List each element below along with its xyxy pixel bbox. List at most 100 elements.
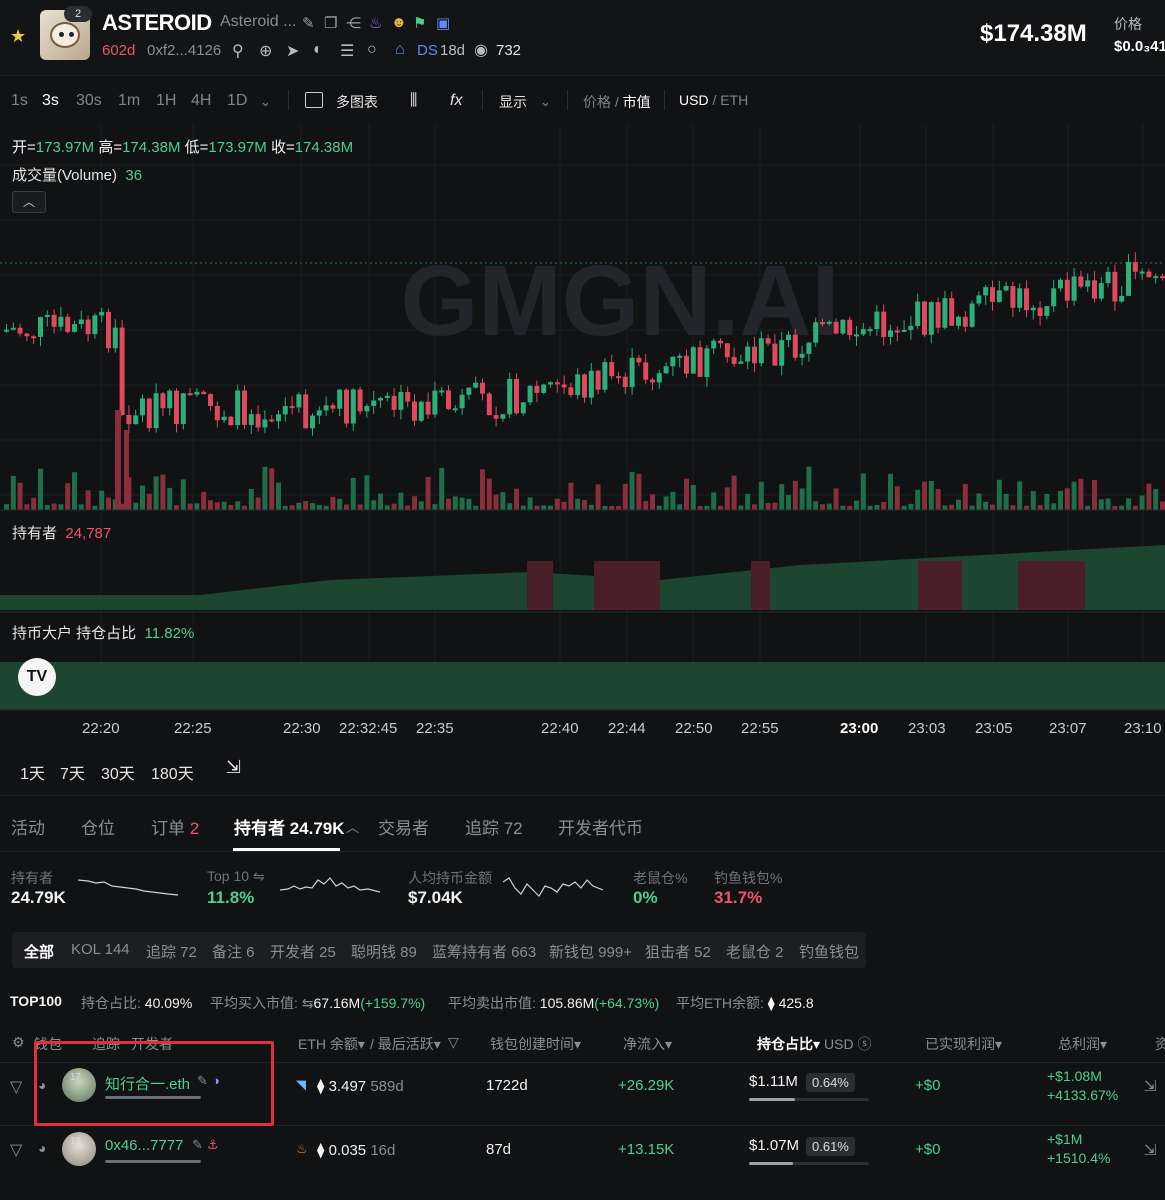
range-1d[interactable]: 1天 bbox=[20, 760, 45, 784]
volume-bar bbox=[820, 504, 825, 510]
currency-toggle[interactable]: USD / ETH bbox=[679, 92, 748, 108]
candle bbox=[690, 345, 696, 374]
holders-panel-label: 持有者 24,787 bbox=[12, 525, 112, 542]
volume-bar bbox=[174, 505, 179, 510]
chevron-up-icon[interactable]: ︿ bbox=[346, 817, 359, 836]
filter-icon[interactable]: ▽ bbox=[10, 1140, 22, 1160]
table-row[interactable] bbox=[0, 1125, 1165, 1187]
holders-area-fill bbox=[0, 545, 1165, 610]
news-icon[interactable]: ☰ bbox=[340, 41, 354, 61]
volume-bar bbox=[588, 504, 594, 510]
filter-phishing[interactable]: 钓鱼钱包 bbox=[799, 941, 859, 962]
timeframe-30s[interactable]: 30s bbox=[76, 92, 102, 110]
candle bbox=[112, 319, 118, 353]
display-menu[interactable]: 显示 bbox=[499, 92, 527, 112]
filter-icon[interactable]: ▽ bbox=[10, 1077, 22, 1097]
tab-orders[interactable]: 订单 2 bbox=[151, 814, 199, 839]
ds-label[interactable]: DS bbox=[417, 42, 438, 59]
volume-bar bbox=[650, 494, 655, 510]
favorite-star-icon[interactable]: ★ bbox=[10, 26, 26, 47]
copy-icon[interactable]: ❐ bbox=[324, 14, 337, 32]
header-last-active[interactable]: / 最后活跃▾ bbox=[370, 1034, 441, 1054]
tab-traders[interactable]: 交易者 bbox=[378, 814, 429, 839]
search-icon[interactable]: ○ bbox=[367, 41, 377, 59]
candle bbox=[609, 354, 615, 380]
candle bbox=[17, 323, 23, 337]
edit-icon[interactable]: ✎ bbox=[302, 14, 315, 32]
filter-notes[interactable]: 备注 6 bbox=[212, 941, 255, 962]
filter-new-wallet[interactable]: 新钱包 999+ bbox=[549, 941, 632, 962]
filter-all[interactable]: 全部 bbox=[24, 941, 54, 962]
header-created[interactable]: 钱包创建时间▾ bbox=[490, 1034, 581, 1054]
share-icon[interactable]: ⇲ bbox=[1144, 1141, 1157, 1159]
header-eth-balance[interactable]: ETH 余额▾ bbox=[298, 1034, 365, 1054]
tab-holders[interactable]: 持有者 24.79K bbox=[234, 814, 345, 839]
date-picker-icon[interactable]: ⇲ bbox=[226, 757, 241, 778]
range-7d[interactable]: 7天 bbox=[60, 760, 85, 784]
multi-chart-toggle[interactable]: 多图表 bbox=[336, 92, 378, 112]
candle bbox=[58, 306, 64, 332]
share-icon[interactable]: ⇲ bbox=[1144, 1077, 1157, 1095]
candle bbox=[854, 325, 859, 346]
divider bbox=[567, 90, 568, 110]
tab-position[interactable]: 仓位 bbox=[81, 814, 115, 839]
holders-down-segment bbox=[751, 561, 770, 610]
wallet-name[interactable]: 0x46...7777 bbox=[105, 1137, 183, 1154]
collapse-button[interactable]: ︿ bbox=[12, 191, 46, 213]
timeframe-1d[interactable]: 1D bbox=[227, 92, 247, 110]
chart-icon[interactable]: ◕ bbox=[38, 1140, 46, 1156]
volume-bar bbox=[303, 500, 309, 510]
header-realized[interactable]: 已实现利润▾ bbox=[925, 1034, 1002, 1054]
candle-type-icon[interactable]: ⫼ bbox=[410, 92, 417, 110]
filter-smart-money[interactable]: 聪明钱 89 bbox=[351, 941, 417, 962]
volume-bar bbox=[384, 505, 390, 510]
tab-dev-tokens[interactable]: 开发者代币 bbox=[558, 814, 643, 839]
candle bbox=[187, 388, 193, 396]
price-toggle[interactable]: 价格 / 市值 bbox=[583, 92, 651, 112]
volume-bar bbox=[881, 501, 887, 510]
filter-sniper[interactable]: 狙击者 52 bbox=[645, 941, 711, 962]
volume-bar bbox=[276, 482, 281, 510]
candle bbox=[201, 390, 207, 395]
filter-kol[interactable]: KOL 144 bbox=[71, 941, 130, 958]
filter-icon[interactable]: ▽ bbox=[448, 1034, 459, 1051]
settings-icon[interactable]: ⚙ bbox=[12, 1034, 25, 1051]
edit-icon[interactable]: ✎ bbox=[192, 1137, 203, 1153]
globe-icon[interactable]: ⊕ bbox=[259, 41, 272, 61]
telegram-icon[interactable]: ➤ bbox=[286, 41, 299, 61]
timeframe-4h[interactable]: 4H bbox=[191, 92, 211, 110]
timeframe-1m[interactable]: 1m bbox=[118, 92, 140, 110]
header-usd-toggle[interactable]: USD ⓢ bbox=[824, 1034, 871, 1054]
contract-address[interactable]: 0xf2...4126 bbox=[147, 42, 221, 59]
filter-bluechip[interactable]: 蓝筹持有者 663 bbox=[432, 941, 536, 962]
timeframe-1h[interactable]: 1H bbox=[156, 92, 176, 110]
indicator-icon[interactable]: fx bbox=[450, 92, 462, 110]
chevron-down-icon[interactable]: ⌄ bbox=[260, 94, 271, 110]
filter-dev[interactable]: 开发者 25 bbox=[270, 941, 336, 962]
range-180d[interactable]: 180天 bbox=[151, 760, 194, 784]
header-net-inflow[interactable]: 净流入▾ bbox=[623, 1034, 672, 1054]
tradingview-logo[interactable]: TV bbox=[18, 658, 56, 696]
ds-icon[interactable]: ⌂ bbox=[395, 41, 405, 59]
header-holding[interactable]: 持仓占比▾ bbox=[757, 1034, 820, 1054]
candle bbox=[874, 305, 880, 336]
price-chart[interactable]: GMGN.AI bbox=[0, 125, 1165, 785]
header-total-profit[interactable]: 总利润▾ bbox=[1058, 1034, 1107, 1054]
candle bbox=[520, 402, 526, 416]
volume-bar bbox=[840, 505, 846, 510]
time-tick: 22:35 bbox=[416, 720, 454, 737]
checkbox-icon[interactable] bbox=[305, 92, 323, 108]
filter-tracking[interactable]: 追踪 72 bbox=[146, 941, 197, 962]
realized-profit: +$0 bbox=[915, 1141, 941, 1158]
tab-activity[interactable]: 活动 bbox=[11, 814, 45, 839]
timeframe-1s[interactable]: 1s bbox=[11, 92, 28, 110]
user-icon[interactable]: ⚲ bbox=[232, 41, 244, 61]
candle bbox=[337, 389, 343, 417]
range-30d[interactable]: 30天 bbox=[101, 760, 135, 784]
share-icon[interactable]: ⋲ bbox=[346, 14, 361, 32]
chart-link-icon[interactable]: ◐ bbox=[313, 41, 323, 59]
chevron-down-icon[interactable]: ⌄ bbox=[540, 94, 551, 110]
filter-insider[interactable]: 老鼠仓 2 bbox=[726, 941, 784, 962]
tab-tracking[interactable]: 追踪 72 bbox=[465, 814, 523, 839]
timeframe-3s[interactable]: 3s bbox=[42, 92, 59, 110]
